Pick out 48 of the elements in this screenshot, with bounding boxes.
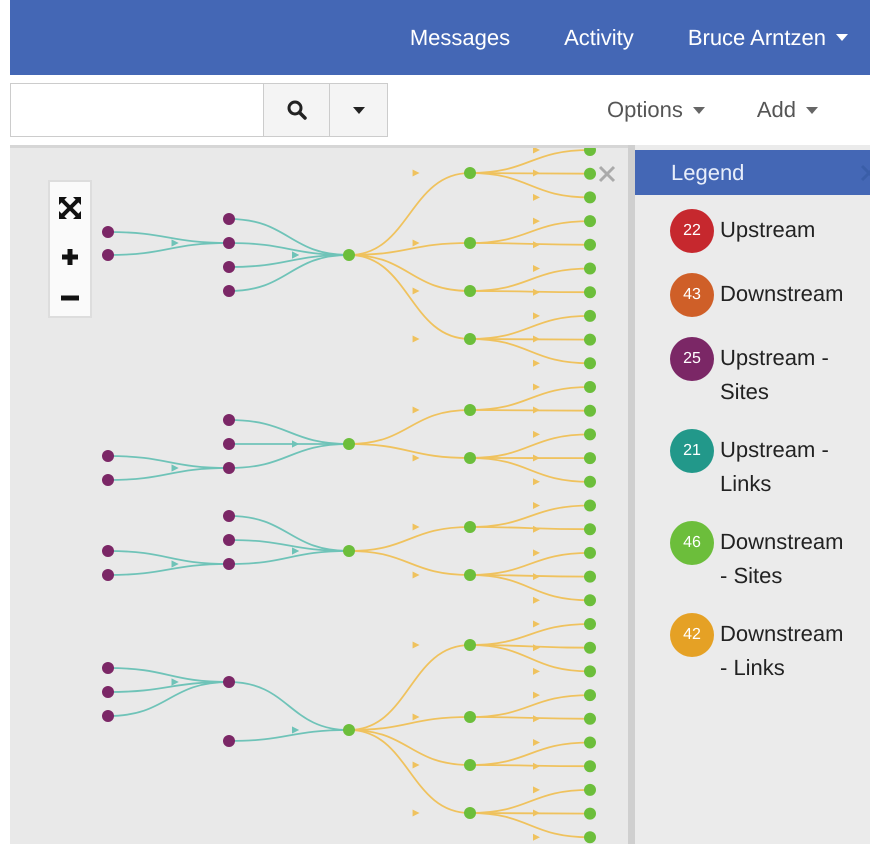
count-badge: 43: [670, 273, 714, 317]
search-button[interactable]: [263, 84, 329, 136]
splitter-bar[interactable]: [628, 145, 635, 844]
legend-label: Upstream: [720, 216, 816, 244]
search-icon: [286, 100, 306, 120]
hub-node: [464, 167, 476, 179]
hub-node: [464, 333, 476, 345]
expand-icon: [59, 196, 81, 219]
caret-icon: [352, 106, 364, 114]
hub-node: [464, 639, 476, 651]
user-menu[interactable]: Bruce Arntzen: [688, 24, 848, 50]
hub-node: [464, 404, 476, 416]
hub-node: [343, 249, 355, 261]
hub-node: [464, 569, 476, 581]
zoom-in-button[interactable]: [61, 248, 79, 266]
hub-node: [464, 807, 476, 819]
hub-node: [464, 452, 476, 464]
count-badge: 22: [670, 209, 714, 253]
hub-node: [343, 724, 355, 736]
hub-node: [343, 438, 355, 450]
menu-button[interactable]: Add: [756, 97, 818, 123]
hub-node: [464, 711, 476, 723]
legend-title: Legend: [671, 160, 744, 186]
legend-label: Downstream - Sites: [720, 528, 844, 590]
nav-link[interactable]: Messages: [410, 24, 510, 50]
count-badge: 21: [670, 429, 714, 473]
menu-button[interactable]: Options: [607, 97, 705, 123]
nav-link[interactable]: Activity: [564, 24, 634, 50]
minus-icon: [61, 295, 79, 302]
zoom-out-button[interactable]: [61, 295, 79, 302]
hub-node: [464, 759, 476, 771]
plus-icon: [61, 248, 79, 266]
search-field[interactable]: [10, 83, 388, 137]
count-badge: 46: [670, 521, 714, 565]
count-badge: 42: [670, 613, 714, 657]
hub-node: [464, 521, 476, 533]
count-badge: 25: [670, 337, 714, 381]
legend-label: Downstream - Links: [720, 620, 844, 682]
legend-label: Upstream - Links: [720, 436, 830, 498]
caret-icon: [836, 34, 848, 41]
hub-node: [464, 237, 476, 249]
caret-icon: [806, 106, 818, 114]
caret-icon: [692, 106, 705, 114]
hub-node: [343, 545, 355, 557]
hub-node: [464, 285, 476, 297]
legend-label: Downstream: [720, 280, 844, 308]
fit-button[interactable]: [59, 196, 81, 219]
legend-label: Upstream - Sites: [720, 344, 830, 406]
